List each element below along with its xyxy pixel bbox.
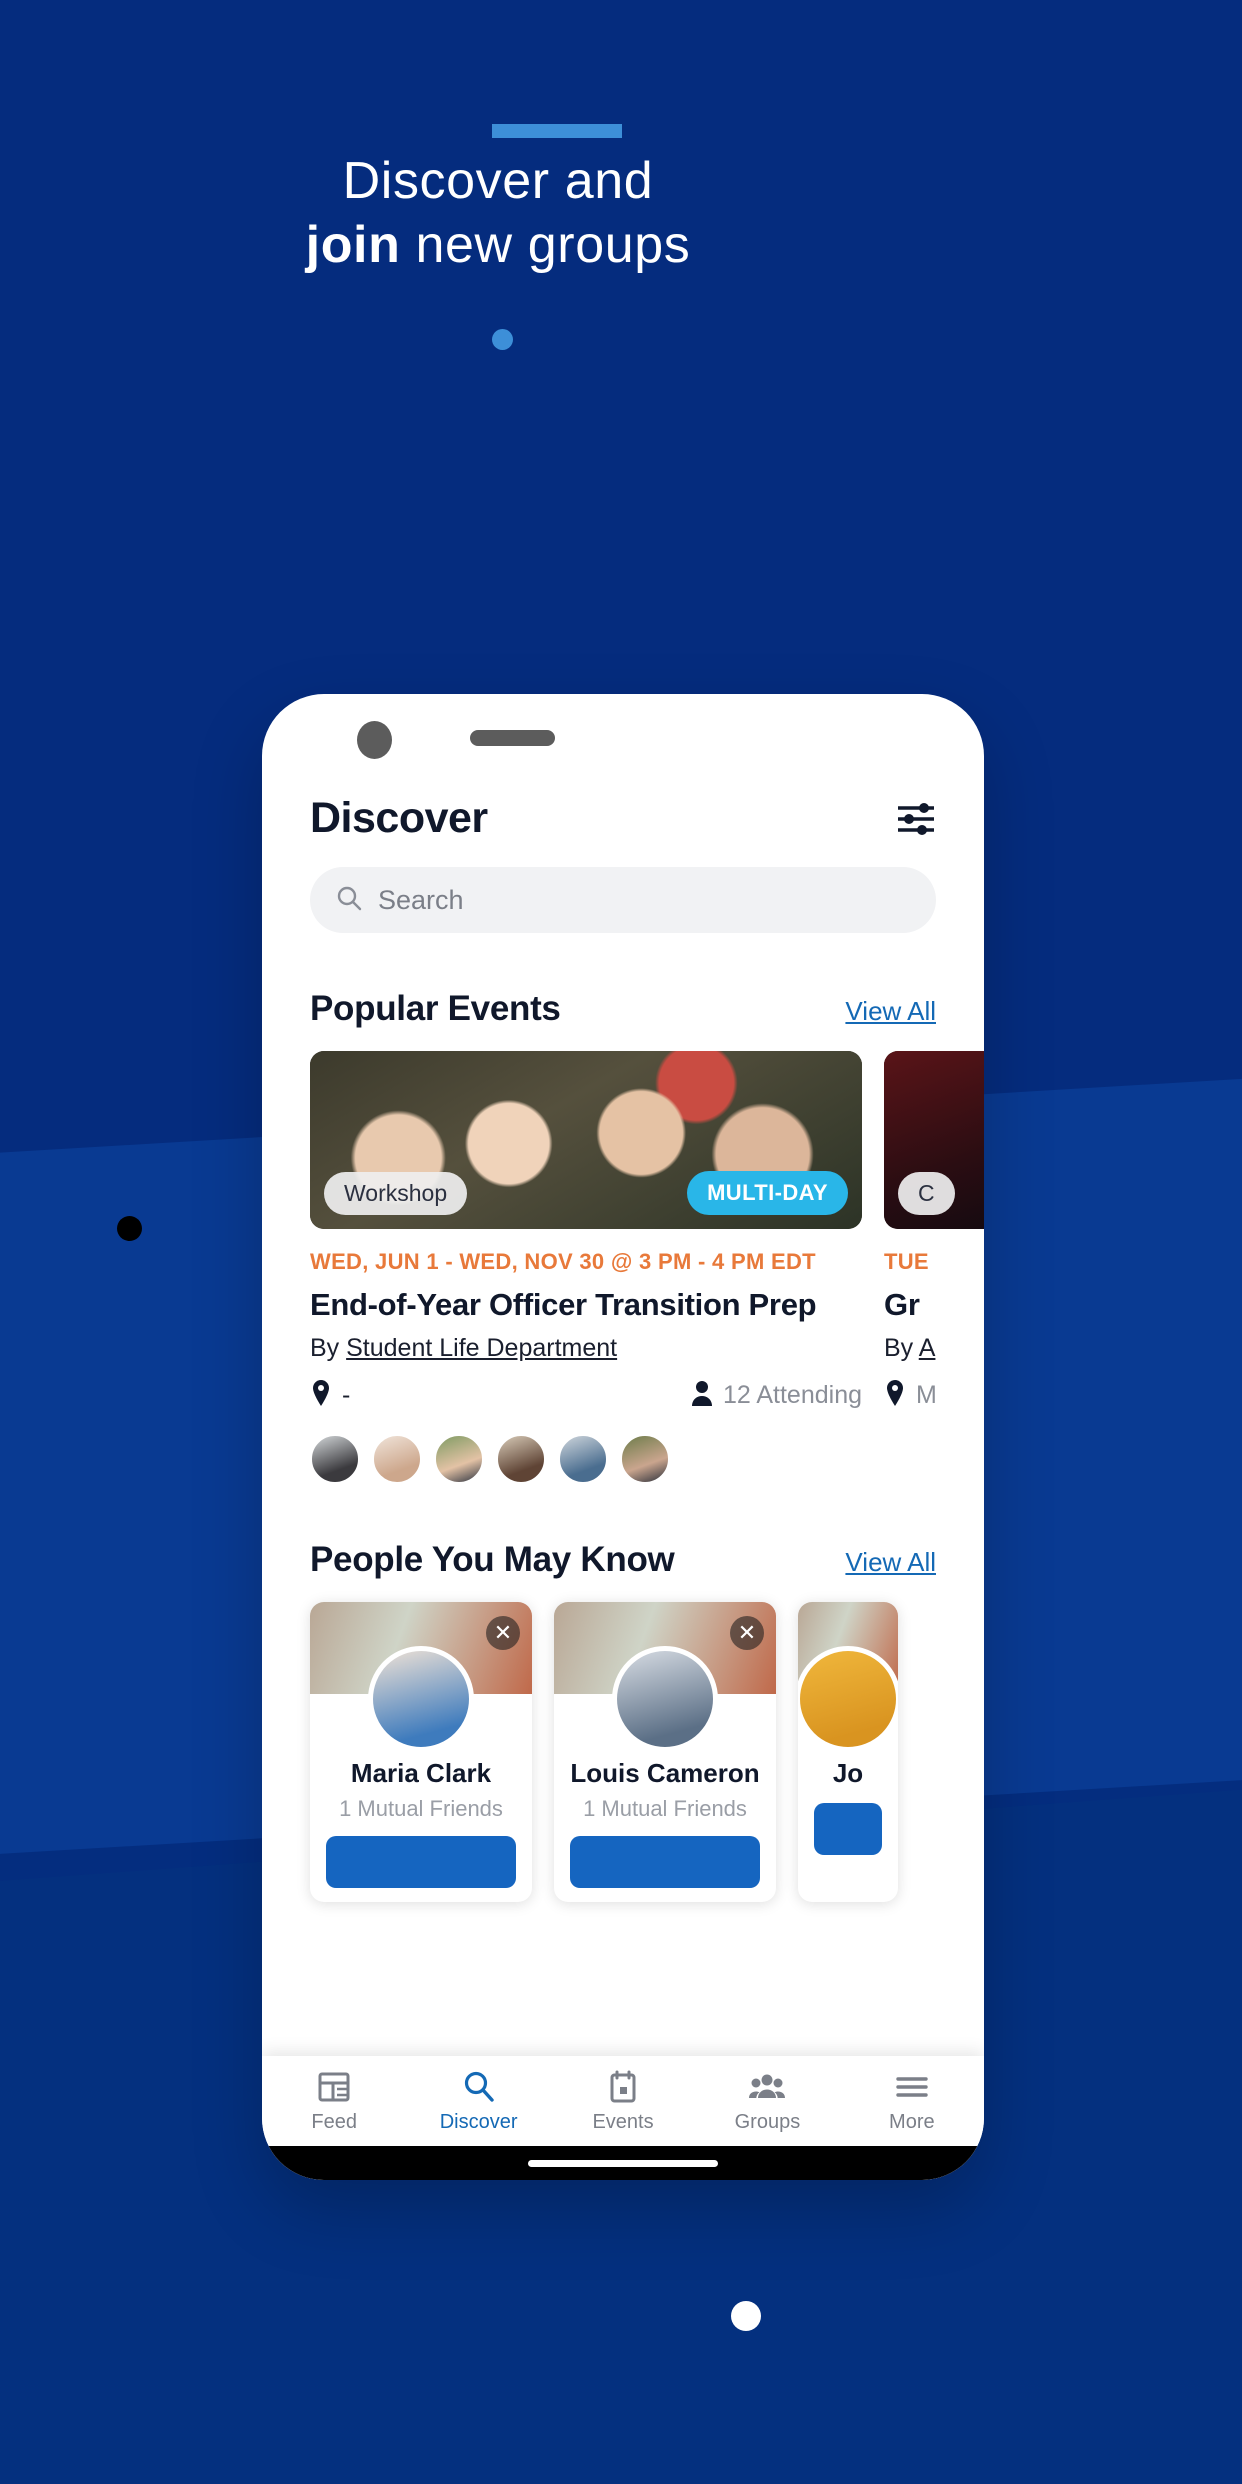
pin-icon xyxy=(884,1379,906,1412)
event-organizer-line: By Student Life Department xyxy=(310,1334,862,1363)
hamburger-icon xyxy=(840,2070,984,2104)
avatar xyxy=(612,1646,718,1752)
people-icon xyxy=(695,2070,839,2104)
phone-camera xyxy=(357,721,392,759)
event-card[interactable]: Workshop MULTI-DAY WED, JUN 1 - WED, NOV… xyxy=(310,1051,862,1484)
tab-label: Events xyxy=(592,2111,654,2133)
events-section-title: Popular Events xyxy=(310,989,561,1028)
headline-bold-word: join xyxy=(305,216,401,275)
event-meta: M xyxy=(884,1379,984,1412)
close-icon[interactable]: ✕ xyxy=(730,1616,764,1650)
search-icon xyxy=(406,2070,550,2104)
event-date: TUE xyxy=(884,1249,929,1274)
add-friend-button[interactable] xyxy=(570,1836,760,1888)
person-mutual-friends: 1 Mutual Friends xyxy=(339,1796,503,1821)
avatar xyxy=(310,1434,360,1484)
people-section-header: People You May Know View All xyxy=(262,1540,984,1580)
people-view-all-link[interactable]: View All xyxy=(845,1547,936,1578)
event-location: - xyxy=(342,1381,351,1409)
event-title: End-of-Year Officer Transition Prep xyxy=(310,1287,817,1322)
decorative-dot-accent xyxy=(492,329,513,350)
tab-more[interactable]: More xyxy=(840,2070,984,2134)
event-image: C xyxy=(884,1051,984,1229)
person-icon xyxy=(691,1380,713,1411)
person-mutual-friends: 1 Mutual Friends xyxy=(583,1796,747,1821)
event-date: WED, JUN 1 - WED, NOV 30 @ 3 PM - 4 PM E… xyxy=(310,1249,816,1274)
events-view-all-link[interactable]: View All xyxy=(845,996,936,1027)
app-header: Discover xyxy=(262,784,984,843)
tab-groups[interactable]: Groups xyxy=(695,2070,839,2134)
event-category-badge: C xyxy=(898,1172,955,1215)
avatar xyxy=(372,1434,422,1484)
event-location-group: M xyxy=(884,1379,937,1412)
pin-icon xyxy=(310,1379,332,1412)
tab-label: More xyxy=(889,2111,935,2133)
search-placeholder: Search xyxy=(378,884,464,915)
tab-label: Discover xyxy=(439,2111,518,2133)
event-location: M xyxy=(916,1381,937,1409)
people-section-title: People You May Know xyxy=(310,1540,675,1579)
avatar xyxy=(558,1434,608,1484)
events-carousel[interactable]: Workshop MULTI-DAY WED, JUN 1 - WED, NOV… xyxy=(262,1051,984,1484)
decorative-dot-white xyxy=(731,2301,761,2331)
tab-feed[interactable]: Feed xyxy=(262,2070,406,2134)
tab-list: Feed Discover Events Groups More xyxy=(262,2070,984,2134)
person-card[interactable]: ✕ Louis Cameron 1 Mutual Friends xyxy=(554,1602,776,1902)
tab-discover[interactable]: Discover xyxy=(406,2070,550,2134)
page-title: Discover xyxy=(310,794,488,842)
avatar xyxy=(434,1434,484,1484)
avatar xyxy=(496,1434,546,1484)
events-section-header: Popular Events View All xyxy=(262,989,984,1029)
close-icon[interactable]: ✕ xyxy=(486,1616,520,1650)
search-input[interactable]: Search xyxy=(310,867,936,933)
add-friend-button[interactable] xyxy=(814,1803,882,1855)
search-icon xyxy=(336,885,362,916)
avatar xyxy=(798,1646,898,1752)
person-name: Maria Clark xyxy=(350,1758,492,1788)
headline-line-2: join new groups xyxy=(0,216,996,274)
event-location-group: - xyxy=(310,1379,350,1412)
bottom-navigation: Feed Discover Events Groups More xyxy=(262,2056,984,2180)
person-card[interactable]: Jo xyxy=(798,1602,898,1902)
home-indicator[interactable] xyxy=(528,2159,718,2167)
home-indicator-area xyxy=(262,2146,984,2180)
people-carousel[interactable]: ✕ Maria Clark 1 Mutual Friends ✕ Louis C… xyxy=(262,1602,984,1902)
event-attendee-avatars xyxy=(310,1434,862,1484)
event-card[interactable]: C TUE Gr By A M xyxy=(884,1051,984,1484)
sliders-icon[interactable] xyxy=(896,802,936,836)
event-by-prefix: By xyxy=(884,1334,919,1362)
accent-bar xyxy=(492,124,622,138)
event-category-badge: Workshop xyxy=(324,1172,468,1215)
tab-label: Groups xyxy=(734,2111,801,2133)
event-attending-group: 12 Attending xyxy=(691,1380,862,1411)
add-friend-button[interactable] xyxy=(326,1836,516,1888)
event-image: Workshop MULTI-DAY xyxy=(310,1051,862,1229)
phone-bezel-top xyxy=(262,694,984,784)
event-meta: - 12 Attending xyxy=(310,1379,862,1412)
phone-speaker xyxy=(470,730,555,746)
event-attending-count: 12 Attending xyxy=(722,1381,862,1409)
phone-mockup: Discover Search Popular Events View All xyxy=(262,694,984,2180)
person-name: Louis Cameron xyxy=(570,1758,760,1788)
headline-line-1: Discover and xyxy=(342,152,654,210)
avatar xyxy=(620,1434,670,1484)
tab-label: Feed xyxy=(311,2111,357,2133)
event-title: Gr xyxy=(884,1287,920,1322)
promo-headline: Discover and join new groups xyxy=(0,152,1242,274)
event-multiday-badge: MULTI-DAY xyxy=(687,1171,848,1215)
feed-icon xyxy=(262,2070,406,2104)
person-card[interactable]: ✕ Maria Clark 1 Mutual Friends xyxy=(310,1602,532,1902)
decorative-dot-dark xyxy=(117,1216,142,1241)
event-organizer[interactable]: A xyxy=(919,1334,936,1362)
event-organizer-line: By A xyxy=(884,1334,984,1363)
event-organizer[interactable]: Student Life Department xyxy=(346,1334,617,1362)
event-by-prefix: By xyxy=(310,1334,347,1362)
calendar-icon xyxy=(551,2070,695,2104)
tab-events[interactable]: Events xyxy=(551,2070,695,2134)
headline-rest: new groups xyxy=(400,216,691,275)
person-name: Jo xyxy=(832,1758,864,1788)
avatar xyxy=(368,1646,474,1752)
